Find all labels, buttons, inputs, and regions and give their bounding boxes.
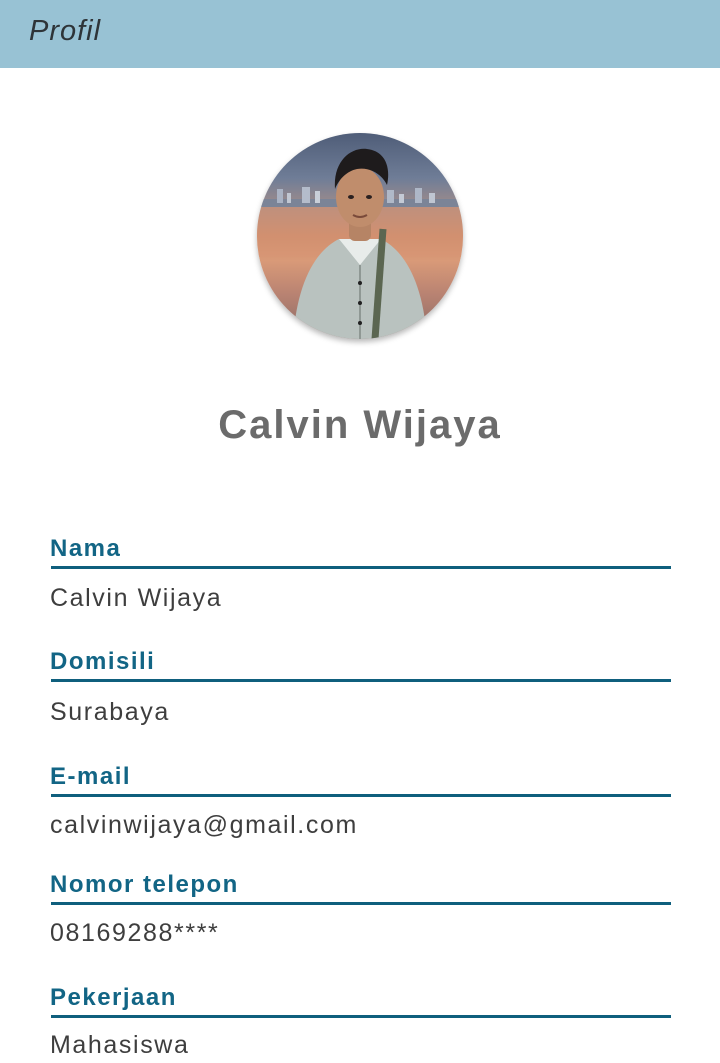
- page-title: Profil: [29, 15, 102, 47]
- profile-photo-icon: [257, 148, 463, 339]
- field-value-nama: Calvin Wijaya: [50, 584, 223, 612]
- avatar: [257, 133, 463, 339]
- field-divider: [51, 566, 671, 569]
- field-label-pekerjaan: Pekerjaan: [50, 984, 177, 1011]
- app-bar: Profil: [0, 0, 720, 68]
- field-label-nomor-telepon: Nomor telepon: [50, 871, 239, 898]
- field-label-nama: Nama: [50, 535, 122, 562]
- field-divider: [51, 902, 671, 905]
- profile-name: Calvin Wijaya: [218, 403, 502, 447]
- field-divider: [51, 794, 671, 797]
- field-label-domisili: Domisili: [50, 648, 156, 675]
- field-value-email: calvinwijaya@gmail.com: [50, 811, 358, 839]
- field-value-domisili: Surabaya: [50, 698, 170, 726]
- field-divider: [51, 1015, 671, 1018]
- field-label-email: E-mail: [50, 763, 132, 790]
- field-value-nomor-telepon: 08169288****: [50, 919, 220, 947]
- field-value-pekerjaan: Mahasiswa: [50, 1031, 190, 1059]
- field-divider: [51, 679, 671, 682]
